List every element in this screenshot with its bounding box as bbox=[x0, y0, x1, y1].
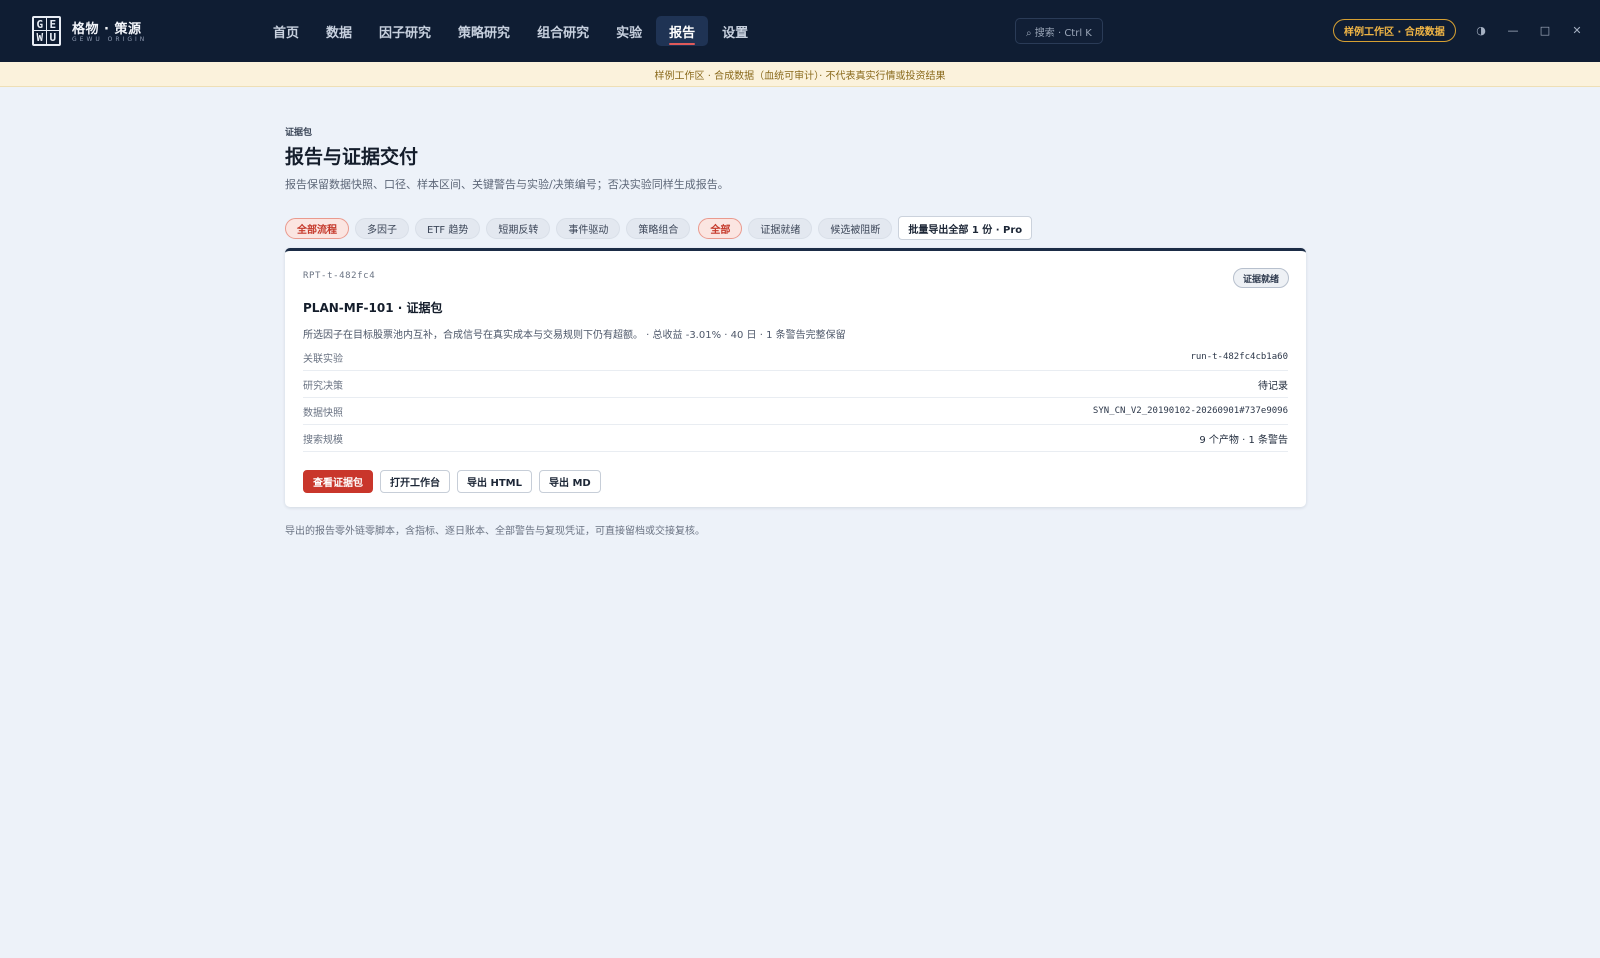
report-card: RPT-t-482fc4 证据就绪 PLAN-MF-101 · 证据包 所选因子… bbox=[285, 248, 1306, 507]
export-footnote: 导出的报告零外链零脚本，含指标、逐日账本、全部警告与复现凭证，可直接留档或交接复… bbox=[285, 526, 705, 537]
nav-item-data[interactable]: 数据 bbox=[313, 16, 365, 46]
export-html-button[interactable]: 导出 HTML bbox=[457, 470, 532, 493]
chip-strategy-portfolio[interactable]: 策略组合 bbox=[626, 217, 691, 239]
nav-item-settings[interactable]: 设置 bbox=[709, 16, 761, 46]
logo-letter: W bbox=[34, 31, 47, 44]
field-search-scale: 搜索规模 9 个产物 · 1 条警告 bbox=[303, 425, 1288, 452]
minimize-icon[interactable]: — bbox=[1503, 20, 1523, 40]
field-value: SYN_CN_V2_20190102-20260901#737e9096 bbox=[1092, 406, 1288, 416]
filter-bar: 全部流程 多因子 ETF 趋势 短期反转 事件驱动 策略组合 全部 证据就绪 候… bbox=[285, 216, 1033, 240]
field-data-snapshot: 数据快照 SYN_CN_V2_20190102-20260901#737e909… bbox=[303, 398, 1288, 425]
open-workbench-button[interactable]: 打开工作台 bbox=[380, 470, 450, 493]
report-actions: 查看证据包 打开工作台 导出 HTML 导出 MD bbox=[303, 470, 608, 493]
logo-letter: G bbox=[34, 18, 47, 31]
field-key: 搜索规模 bbox=[303, 434, 343, 446]
nav-item-factor-research[interactable]: 因子研究 bbox=[366, 16, 444, 46]
maximize-icon[interactable]: □ bbox=[1535, 20, 1555, 40]
nav-item-home[interactable]: 首页 bbox=[260, 16, 312, 46]
nav-item-reports[interactable]: 报告 bbox=[656, 16, 709, 46]
logo-letter: E bbox=[46, 18, 59, 31]
workspace-badge[interactable]: 样例工作区 · 合成数据 bbox=[1333, 19, 1456, 42]
chip-multi-factor[interactable]: 多因子 bbox=[355, 217, 409, 239]
chip-candidate-blocked[interactable]: 候选被阻断 bbox=[818, 217, 893, 239]
report-summary: 所选因子在目标股票池内互补，合成信号在真实成本与交易规则下仍有超额。 · 总收益… bbox=[303, 330, 846, 341]
chip-short-reversal[interactable]: 短期反转 bbox=[486, 217, 551, 239]
page-title: 报告与证据交付 bbox=[285, 146, 419, 168]
export-md-button[interactable]: 导出 MD bbox=[539, 470, 601, 493]
report-title: PLAN-MF-101 · 证据包 bbox=[303, 301, 443, 315]
top-bar: G E W U 格物 · 策源 GEWU ORIGIN 首页 数据 因子研究 策… bbox=[0, 0, 1600, 62]
sample-workspace-notice: 样例工作区 · 合成数据（血统可审计）· 不代表真实行情或投资结果 bbox=[0, 62, 1600, 87]
field-research-decision: 研究决策 待记录 bbox=[303, 371, 1288, 398]
nav-item-experiments[interactable]: 实验 bbox=[603, 16, 655, 46]
field-value: 待记录 bbox=[1258, 380, 1288, 392]
close-icon[interactable]: ✕ bbox=[1567, 20, 1587, 40]
field-value: 9 个产物 · 1 条警告 bbox=[1199, 434, 1288, 446]
status-badge: 证据就绪 bbox=[1232, 268, 1289, 288]
logo-letter: U bbox=[49, 31, 57, 44]
field-key: 研究决策 bbox=[303, 380, 343, 392]
field-key: 关联实验 bbox=[303, 353, 343, 365]
view-evidence-button[interactable]: 查看证据包 bbox=[303, 470, 373, 493]
page-description: 报告保留数据快照、口径、样本区间、关键警告与实验/决策编号；否决实验同样生成报告… bbox=[285, 178, 729, 191]
report-id: RPT-t-482fc4 bbox=[303, 271, 376, 281]
logo-icon[interactable]: G E W U bbox=[32, 16, 61, 46]
bulk-export-button[interactable]: 批量导出全部 1 份 · Pro bbox=[898, 216, 1033, 240]
chip-etf-trend[interactable]: ETF 趋势 bbox=[415, 217, 481, 239]
field-key: 数据快照 bbox=[303, 407, 343, 419]
chip-all-flows[interactable]: 全部流程 bbox=[285, 217, 349, 239]
brand-name: 格物 · 策源 bbox=[72, 22, 142, 37]
chip-status-all[interactable]: 全部 bbox=[698, 217, 743, 239]
main-nav: 首页 数据 因子研究 策略研究 组合研究 实验 报告 设置 bbox=[260, 16, 762, 46]
field-linked-experiment: 关联实验 run-t-482fc4cb1a60 bbox=[303, 344, 1288, 371]
search-button[interactable]: ⌕ 搜索 · Ctrl K bbox=[1015, 18, 1103, 44]
field-value: run-t-482fc4cb1a60 bbox=[1190, 352, 1288, 362]
nav-item-portfolio-research[interactable]: 组合研究 bbox=[524, 16, 602, 46]
brand-subtitle: GEWU ORIGIN bbox=[72, 36, 148, 43]
chip-event-driven[interactable]: 事件驱动 bbox=[556, 217, 621, 239]
chip-evidence-ready[interactable]: 证据就绪 bbox=[748, 217, 813, 239]
page-eyebrow: 证据包 bbox=[285, 128, 313, 138]
theme-toggle-icon[interactable]: ◑ bbox=[1471, 20, 1491, 40]
nav-item-strategy-research[interactable]: 策略研究 bbox=[445, 16, 523, 46]
